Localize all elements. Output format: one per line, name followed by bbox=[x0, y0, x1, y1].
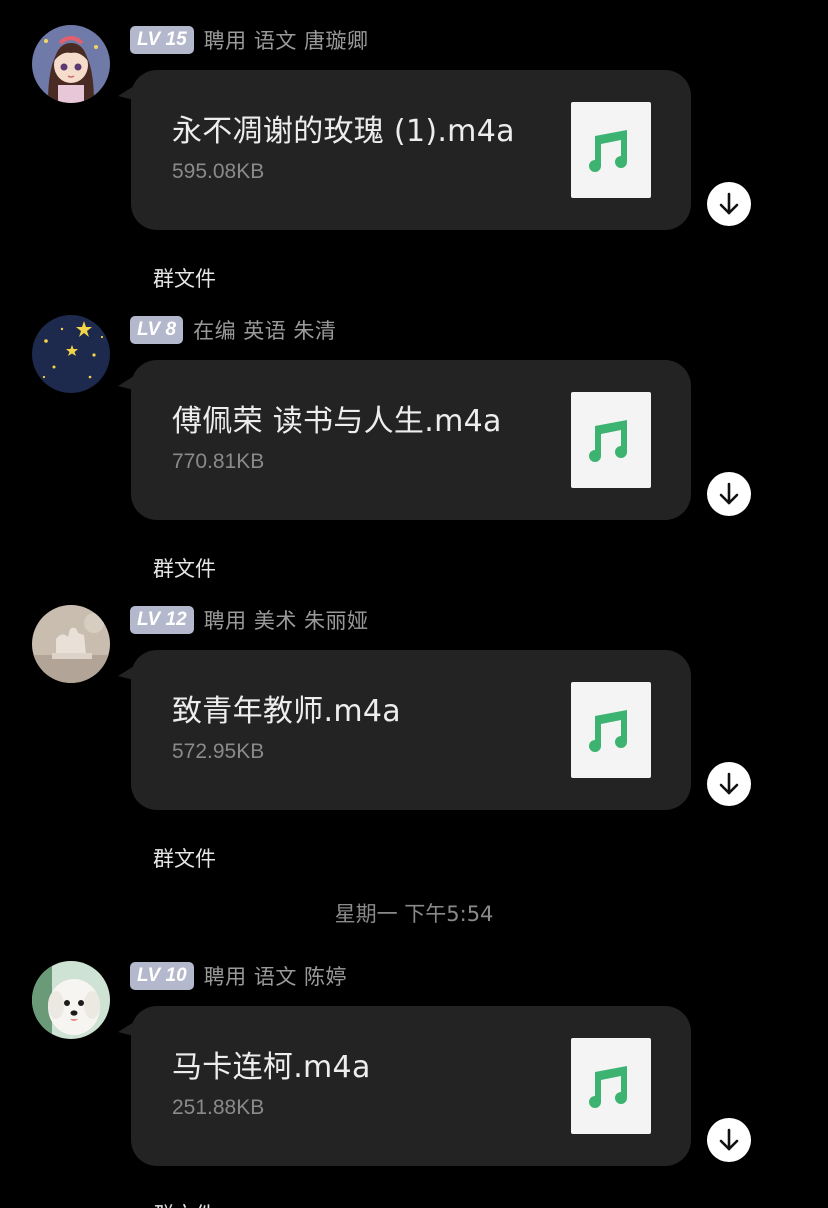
file-source-label: 群文件 bbox=[153, 267, 216, 291]
file-size: 770.81KB bbox=[172, 450, 265, 473]
sender-name[interactable]: 聘用 语文 唐璇卿 bbox=[204, 25, 369, 55]
file-card[interactable]: 马卡连柯.m4a 251.88KB bbox=[131, 1006, 691, 1166]
sender-line: LV 8 在编 英语 朱清 bbox=[130, 315, 336, 345]
arrow-down-icon bbox=[719, 1128, 739, 1151]
level-badge: LV 15 bbox=[130, 26, 194, 54]
chat-message-list[interactable]: LV 15 聘用 语文 唐璇卿 永不凋谢的玫瑰 (1).m4a 595.08KB… bbox=[0, 0, 828, 1208]
file-size: 595.08KB bbox=[172, 160, 265, 183]
sender-name[interactable]: 在编 英语 朱清 bbox=[193, 315, 336, 345]
level-badge: LV 10 bbox=[130, 962, 194, 990]
avatar[interactable] bbox=[32, 25, 110, 103]
download-button[interactable] bbox=[707, 182, 751, 226]
sender-line: LV 10 聘用 语文 陈婷 bbox=[130, 961, 347, 991]
file-name: 傅佩荣 读书与人生.m4a bbox=[172, 404, 502, 439]
chat-message: LV 12 聘用 美术 朱丽娅 致青年教师.m4a 572.95KB 群文件 bbox=[0, 580, 828, 871]
file-name: 致青年教师.m4a bbox=[172, 694, 401, 729]
file-size: 251.88KB bbox=[172, 1096, 265, 1119]
avatar[interactable] bbox=[32, 315, 110, 393]
chat-message: LV 10 聘用 语文 陈婷 马卡连柯.m4a 251.88KB 群文件 bbox=[0, 936, 828, 1208]
music-note-icon bbox=[589, 1066, 627, 1108]
download-button[interactable] bbox=[707, 1118, 751, 1162]
avatar[interactable] bbox=[32, 961, 110, 1039]
music-note-icon bbox=[589, 130, 627, 172]
chat-timestamp: 星期一 下午5:54 bbox=[334, 902, 494, 926]
file-source-label: 群文件 bbox=[153, 557, 216, 581]
level-badge: LV 12 bbox=[130, 606, 194, 634]
arrow-down-icon bbox=[719, 482, 739, 505]
chat-message: LV 8 在编 英语 朱清 傅佩荣 读书与人生.m4a 770.81KB 群文件 bbox=[0, 290, 828, 581]
file-name: 永不凋谢的玫瑰 (1).m4a bbox=[172, 114, 515, 149]
download-button[interactable] bbox=[707, 472, 751, 516]
file-card[interactable]: 永不凋谢的玫瑰 (1).m4a 595.08KB bbox=[131, 70, 691, 230]
arrow-down-icon bbox=[719, 192, 739, 215]
audio-file-thumbnail bbox=[571, 1038, 651, 1134]
file-name: 马卡连柯.m4a bbox=[172, 1050, 371, 1085]
audio-file-thumbnail bbox=[571, 682, 651, 778]
level-badge: LV 8 bbox=[130, 316, 184, 344]
download-button[interactable] bbox=[707, 762, 751, 806]
chat-message: LV 15 聘用 语文 唐璇卿 永不凋谢的玫瑰 (1).m4a 595.08KB… bbox=[0, 0, 828, 291]
music-note-icon bbox=[589, 420, 627, 462]
sender-line: LV 12 聘用 美术 朱丽娅 bbox=[130, 605, 369, 635]
avatar[interactable] bbox=[32, 605, 110, 683]
music-note-icon bbox=[589, 710, 627, 752]
arrow-down-icon bbox=[719, 772, 739, 795]
file-card[interactable]: 致青年教师.m4a 572.95KB bbox=[131, 650, 691, 810]
file-source-label: 群文件 bbox=[153, 847, 216, 871]
file-size: 572.95KB bbox=[172, 740, 265, 763]
audio-file-thumbnail bbox=[571, 102, 651, 198]
audio-file-thumbnail bbox=[571, 392, 651, 488]
sender-name[interactable]: 聘用 语文 陈婷 bbox=[204, 961, 347, 991]
sender-name[interactable]: 聘用 美术 朱丽娅 bbox=[204, 605, 369, 635]
file-card[interactable]: 傅佩荣 读书与人生.m4a 770.81KB bbox=[131, 360, 691, 520]
sender-line: LV 15 聘用 语文 唐璇卿 bbox=[130, 25, 369, 55]
file-source-label: 群文件 bbox=[153, 1199, 216, 1208]
